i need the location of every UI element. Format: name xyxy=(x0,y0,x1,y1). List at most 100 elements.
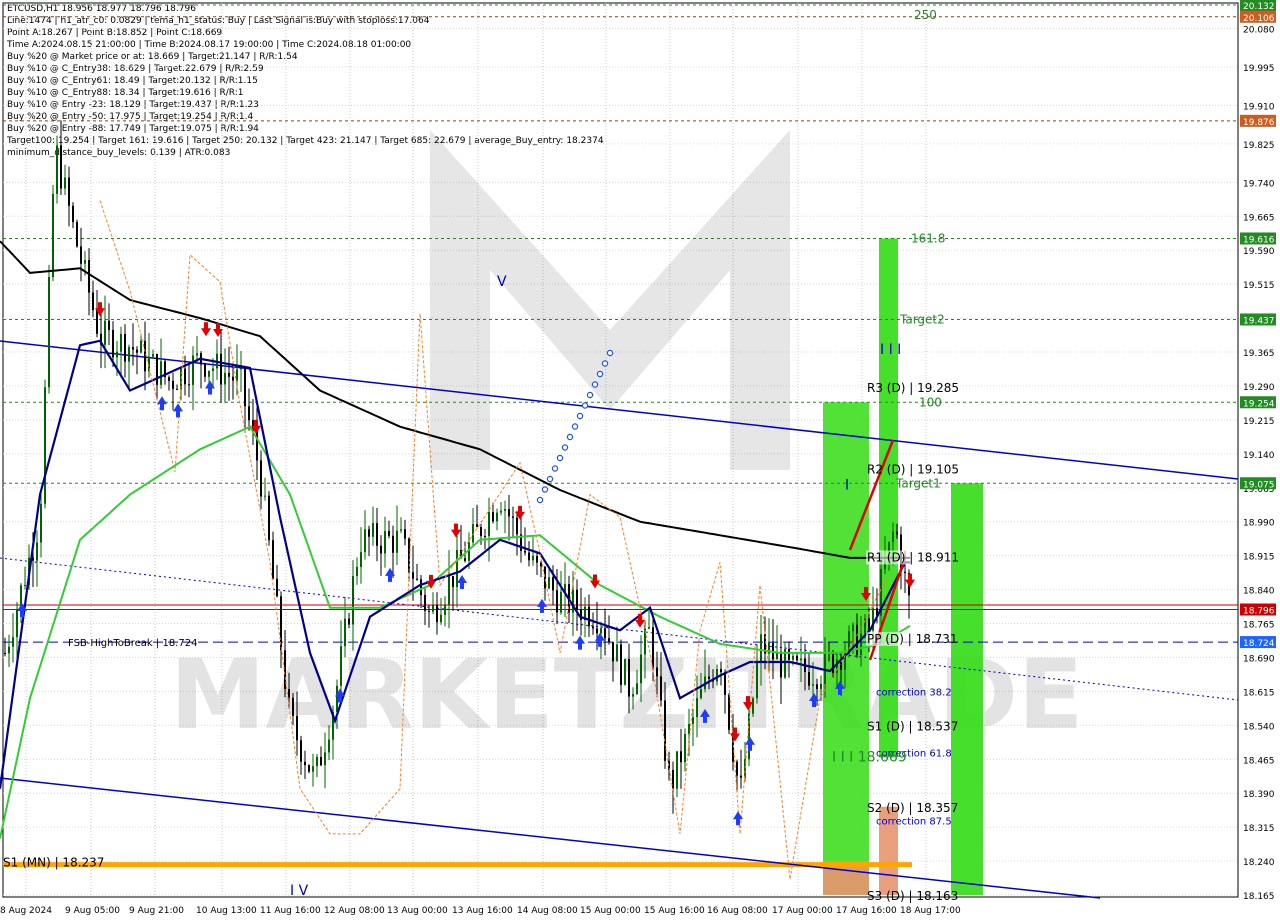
candle-body xyxy=(88,260,90,293)
candle-body xyxy=(656,667,658,677)
sell-arrow-icon xyxy=(905,573,915,588)
candle-body xyxy=(664,700,666,761)
candle-body xyxy=(232,376,234,381)
candle-body xyxy=(812,684,814,686)
x-tick-label: 9 Aug 21:00 xyxy=(129,906,184,916)
candle-body xyxy=(856,624,858,655)
candle-body xyxy=(192,355,194,385)
price-chart[interactable]: MARKETZITRADE 250 161.8 Target2 100 Target1 R3… xyxy=(0,0,1280,920)
candle-body xyxy=(464,558,466,561)
x-tick-label: 18 Aug 17:00 xyxy=(900,906,961,916)
candle-body xyxy=(60,145,62,189)
chart-annotation: 100 xyxy=(919,395,942,409)
signal-dot xyxy=(586,391,594,399)
chart-annotation: S2 (D) | 18.357 xyxy=(867,801,958,815)
candle-body xyxy=(76,222,78,247)
candle-body xyxy=(620,644,622,685)
chart-annotation: 161.8 xyxy=(911,231,945,245)
candle-body xyxy=(652,627,654,668)
candle-body xyxy=(176,388,178,390)
candle-body xyxy=(580,609,582,621)
candle-body xyxy=(112,329,114,358)
candle-body xyxy=(720,669,722,673)
candle-body xyxy=(544,566,546,589)
candle-body xyxy=(224,373,226,385)
candle-body xyxy=(780,651,782,678)
y-tick-label: 19.140 xyxy=(1243,451,1275,461)
candle-body xyxy=(400,529,402,531)
candle-body xyxy=(740,775,742,778)
channel-line xyxy=(0,777,1101,899)
candle-body xyxy=(788,648,790,660)
candle-body xyxy=(556,590,558,613)
y-tick-label: 19.215 xyxy=(1243,417,1275,427)
y-tick-label: 18.315 xyxy=(1243,824,1275,834)
candle-body xyxy=(320,756,322,766)
candle-body xyxy=(752,698,754,714)
x-tick-label: 15 Aug 00:00 xyxy=(580,906,641,916)
signal-dot xyxy=(601,360,609,367)
candle-body xyxy=(324,752,326,766)
candle-body xyxy=(860,633,862,655)
signal-dot xyxy=(556,454,564,462)
candle-body xyxy=(852,624,854,632)
candle-body xyxy=(44,387,46,504)
candle-body xyxy=(488,512,490,537)
candle-body xyxy=(484,536,486,538)
signal-dot xyxy=(536,496,544,504)
candle-body xyxy=(52,193,54,277)
candle-body xyxy=(636,683,638,695)
candle-body xyxy=(396,530,398,553)
candle-body xyxy=(596,628,598,634)
candle-body xyxy=(260,460,262,497)
candle-body xyxy=(692,717,694,724)
candle-body xyxy=(72,205,74,223)
candle-body xyxy=(424,595,426,611)
candle-body xyxy=(552,577,554,591)
chart-annotation: V xyxy=(497,274,507,290)
candle-body xyxy=(792,655,794,660)
chart-annotation: 250 xyxy=(914,8,937,22)
candle-body xyxy=(348,618,350,625)
candle-body xyxy=(708,676,710,679)
chart-annotation: I xyxy=(845,478,849,494)
candle-body xyxy=(128,347,130,362)
candle-body xyxy=(24,584,26,586)
candle-body xyxy=(392,535,394,553)
candle-body xyxy=(356,566,358,577)
sell-arrow-icon xyxy=(451,523,461,538)
candle-body xyxy=(116,351,118,358)
signal-dot xyxy=(541,486,549,493)
candle-body xyxy=(360,552,362,567)
price-box-label: 18.724 xyxy=(1243,639,1275,649)
candle-body xyxy=(608,638,610,643)
candle-body xyxy=(228,373,230,377)
candle-body xyxy=(624,659,626,685)
candle-body xyxy=(68,177,70,206)
price-box-label: 19.437 xyxy=(1243,316,1275,326)
x-tick-label: 15 Aug 16:00 xyxy=(644,906,705,916)
chart-annotation: correction 87.5 xyxy=(876,816,952,827)
x-tick-label: 10 Aug 13:00 xyxy=(196,906,257,916)
candle-body xyxy=(500,510,502,513)
candle-body xyxy=(132,347,134,350)
candle-body xyxy=(160,361,162,385)
candle-body xyxy=(412,572,414,579)
candle-body xyxy=(140,340,142,353)
candle-body xyxy=(208,371,210,377)
y-tick-label: 19.290 xyxy=(1243,383,1275,393)
signal-dot xyxy=(596,370,604,378)
price-box-label: 19.075 xyxy=(1243,480,1275,490)
candle-body xyxy=(48,277,50,388)
chart-annotation: I I I 18.669 xyxy=(832,749,907,765)
candle-body xyxy=(480,527,482,537)
candle-body xyxy=(328,739,330,753)
candle-body xyxy=(428,610,430,612)
candle-body xyxy=(612,642,614,662)
candle-body xyxy=(648,627,650,629)
candle-body xyxy=(700,689,702,699)
candle-body xyxy=(168,377,170,381)
candle-body xyxy=(696,698,698,718)
candle-body xyxy=(352,576,354,625)
candle-body xyxy=(172,380,174,389)
